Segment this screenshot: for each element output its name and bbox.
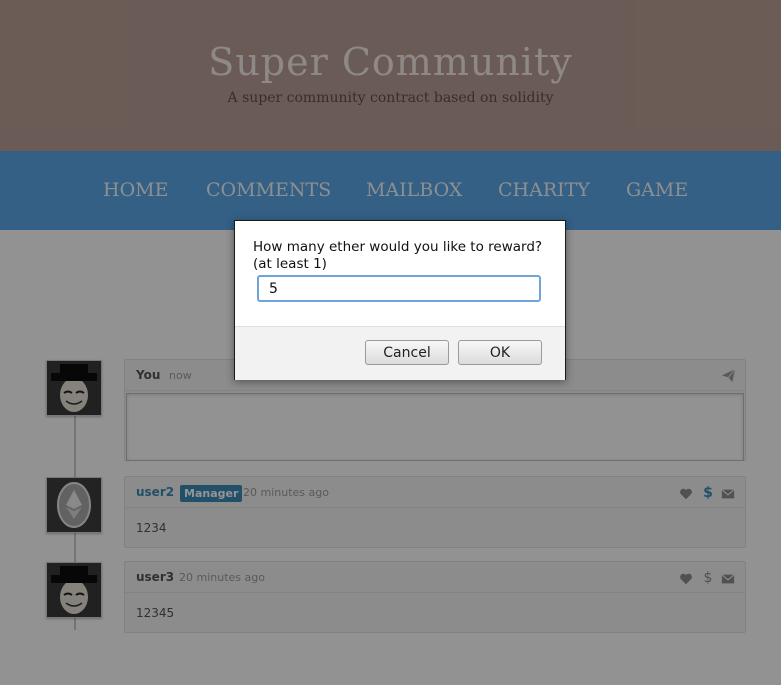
dialog-footer: Cancel OK — [235, 326, 565, 380]
prompt-dialog: How many ether would you like to reward?… — [234, 220, 566, 380]
ok-button[interactable]: OK — [458, 340, 542, 365]
ether-amount-input[interactable] — [257, 275, 541, 302]
cancel-button[interactable]: Cancel — [365, 340, 449, 365]
dialog-message: How many ether would you like to reward?… — [253, 239, 543, 272]
